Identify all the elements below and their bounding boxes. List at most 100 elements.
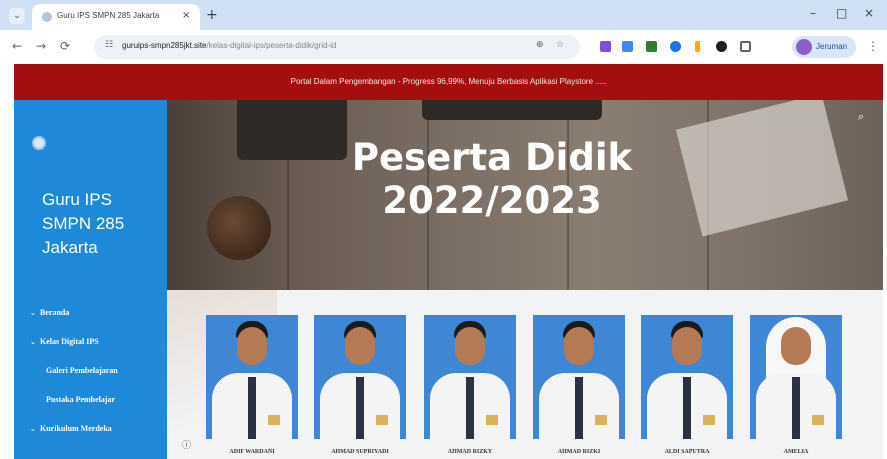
sidebar-menu: ⌄ Beranda ⌄ Kelas Digital IPS Galeri Pembe… [30,308,165,453]
chevron-down-icon: ⌄ [30,338,36,346]
sidebar-item-kelas-digital[interactable]: ⌄ Kelas Digital IPS [30,337,165,366]
student-photo [750,315,842,439]
student-card[interactable]: AHMAD RIZKI [533,315,625,459]
student-name: AHMAD RIZKI [557,449,601,455]
bookmark-star-icon[interactable]: ☆ [556,40,564,50]
extension-icon[interactable] [622,41,633,52]
browser-window: ⌄ Guru IPS SMPN 285 Jakarta × + – □ × ← … [0,0,887,459]
photo-badge [486,415,498,425]
info-icon[interactable]: ⓘ [182,438,191,451]
avatar [796,39,812,55]
page-title-line: 2022/2023 [382,179,602,222]
photo-face [345,327,375,365]
tab-strip: ⌄ Guru IPS SMPN 285 Jakarta × + – □ × [0,0,887,30]
student-name: ADIF WARDANI [229,449,275,455]
photo-tie [792,377,800,439]
url-domain: guruips-smpn285jkt.site [122,41,207,50]
photo-badge [595,415,607,425]
browser-toolbar: ← → ⟳ ☷ guruips-smpn285jkt.site/kelas-di… [0,30,887,64]
site-title-line: Jakarta [42,238,98,257]
address-bar[interactable]: ☷ guruips-smpn285jkt.site/kelas-digital-… [94,35,580,59]
student-card[interactable]: AHMAD RIZKY [424,315,516,459]
site-title-line: SMPN 285 [42,214,125,233]
page-title: Peserta Didik 2022/2023 [317,136,667,222]
student-name: ALDI SAPUTRA [664,449,710,455]
photo-tie [683,377,691,439]
sidebar: Guru IPS SMPN 285 Jakarta ⌄ Beranda ⌄ Kela… [14,100,167,459]
photo-face [564,327,594,365]
student-name: AHMAD SUPRIYADI [331,449,389,455]
keyboard-device [422,100,602,120]
student-photo [206,315,298,439]
extension-icon[interactable] [646,41,657,52]
extension-icon[interactable] [716,41,727,52]
student-gallery: ADIF WARDANI AHMAD SUPRIYADI AHMAD RIZKY AH… [167,290,883,459]
web-page: Portal Dalam Pengembangan - Progress 96,… [0,64,887,459]
sidebar-item-pustaka[interactable]: Pustaka Pembelajar [30,395,165,424]
zoom-icon[interactable]: ⊕ [536,40,544,50]
photo-face [672,327,702,365]
student-photo [533,315,625,439]
paper-sheet [675,100,849,237]
student-name: AHMAD RIZKY [447,449,493,455]
student-card[interactable]: AHMAD SUPRIYADI [314,315,406,459]
student-card[interactable]: ADIF WARDANI [206,315,298,459]
favicon-icon [42,12,52,22]
tab-title: Guru IPS SMPN 285 Jakarta [57,11,160,20]
photo-badge [268,415,280,425]
student-photo [424,315,516,439]
tab-close-icon[interactable]: × [182,10,190,21]
student-name: AMELIA [783,449,809,455]
photo-tie [248,377,256,439]
student-photo [641,315,733,439]
photo-face [455,327,485,365]
site-info-icon[interactable]: ☷ [102,40,116,54]
hero-banner: Peserta Didik 2022/2023 ⌕ [167,100,883,290]
announcement-bar: Portal Dalam Pengembangan - Progress 96,… [14,64,883,100]
new-tab-button[interactable]: + [206,7,218,23]
extension-icon[interactable] [600,41,611,52]
url-text[interactable]: guruips-smpn285jkt.site/kelas-digital-ip… [122,41,336,50]
photo-badge [703,415,715,425]
student-card[interactable]: ALDI SAPUTRA [641,315,733,459]
photo-face [237,327,267,365]
sidebar-item-label: Kelas Digital IPS [40,337,99,346]
chevron-down-icon: ⌄ [30,309,36,317]
forward-icon[interactable]: → [36,39,46,53]
site-title-line: Guru IPS [42,190,112,209]
sidebar-item-label: Galeri Pembelajaran [46,366,118,375]
extensions-puzzle-icon[interactable] [740,41,751,52]
chevron-down-icon: ⌄ [30,425,36,433]
sidebar-item-galeri[interactable]: Galeri Pembelajaran [30,366,165,395]
back-icon[interactable]: ← [12,39,22,53]
maximize-button[interactable]: □ [836,6,847,20]
minimize-button[interactable]: – [810,6,816,20]
search-icon[interactable]: ⌕ [858,110,864,124]
student-photo [314,315,406,439]
page-title-line: Peserta Didik [351,136,633,179]
sidebar-item-beranda[interactable]: ⌄ Beranda [30,308,165,337]
photo-tie [575,377,583,439]
browser-tab[interactable]: Guru IPS SMPN 285 Jakarta × [32,4,200,30]
extension-icon[interactable] [695,41,700,52]
sidebar-item-label: Kurikulum Merdeka [40,424,112,433]
reload-icon[interactable]: ⟳ [60,39,70,53]
photo-face [781,327,811,365]
browser-menu-icon[interactable]: ⋮ [867,39,879,53]
profile-label: Jeruman [816,42,848,51]
tab-search-button[interactable]: ⌄ [9,8,25,24]
profile-button[interactable]: Jeruman [792,36,856,58]
student-card[interactable]: AMELIA [750,315,842,459]
photo-badge [376,415,388,425]
close-window-button[interactable]: × [864,6,874,20]
pinecone-decoration [207,196,271,260]
sidebar-item-label: Pustaka Pembelajar [46,395,116,404]
sidebar-item-kurikulum[interactable]: ⌄ Kurikulum Merdeka [30,424,165,453]
site-title[interactable]: Guru IPS SMPN 285 Jakarta [42,188,157,260]
site-logo[interactable] [32,136,46,150]
sidebar-item-label: Beranda [40,308,70,317]
photo-badge [812,415,824,425]
extension-icon[interactable] [670,41,681,52]
url-path: /kelas-digital-ips/peserta-didik/grid-id [206,41,337,50]
photo-tie [356,377,364,439]
